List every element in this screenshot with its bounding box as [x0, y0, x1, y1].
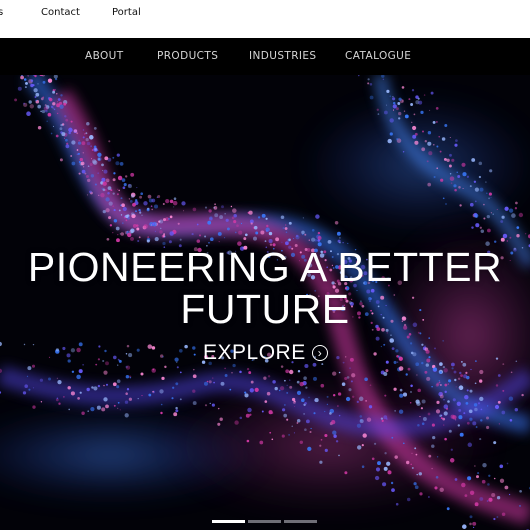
explore-label: EXPLORE	[203, 341, 306, 364]
explore-button[interactable]: EXPLORE ›	[203, 341, 328, 365]
hero-headline-line-1: PIONEERING A BETTER	[27, 244, 503, 290]
utility-link-contact[interactable]: Contact	[41, 7, 80, 18]
slide-indicator[interactable]	[248, 520, 281, 523]
hero-banner: PIONEERING A BETTER FUTURE EXPLORE ›	[0, 75, 530, 530]
nav-products[interactable]: PRODUCTS	[157, 50, 218, 62]
utility-bar: s Contact Portal	[0, 0, 530, 38]
nav-industries[interactable]: INDUSTRIES	[249, 50, 317, 62]
slide-indicator[interactable]	[284, 520, 317, 523]
hero-headline-line-2: FUTURE	[180, 286, 350, 332]
utility-link-truncated[interactable]: s	[0, 7, 3, 18]
utility-link-portal[interactable]: Portal	[112, 7, 141, 18]
hero-headline: PIONEERING A BETTER FUTURE	[0, 246, 530, 330]
slide-indicator[interactable]	[212, 520, 245, 523]
nav-about[interactable]: ABOUT	[85, 50, 124, 62]
nav-catalogue[interactable]: CATALOGUE	[345, 50, 411, 62]
slide-pager	[212, 520, 317, 523]
main-nav: ABOUT PRODUCTS INDUSTRIES CATALOGUE	[0, 38, 530, 75]
chevron-right-circle-icon: ›	[311, 345, 328, 361]
